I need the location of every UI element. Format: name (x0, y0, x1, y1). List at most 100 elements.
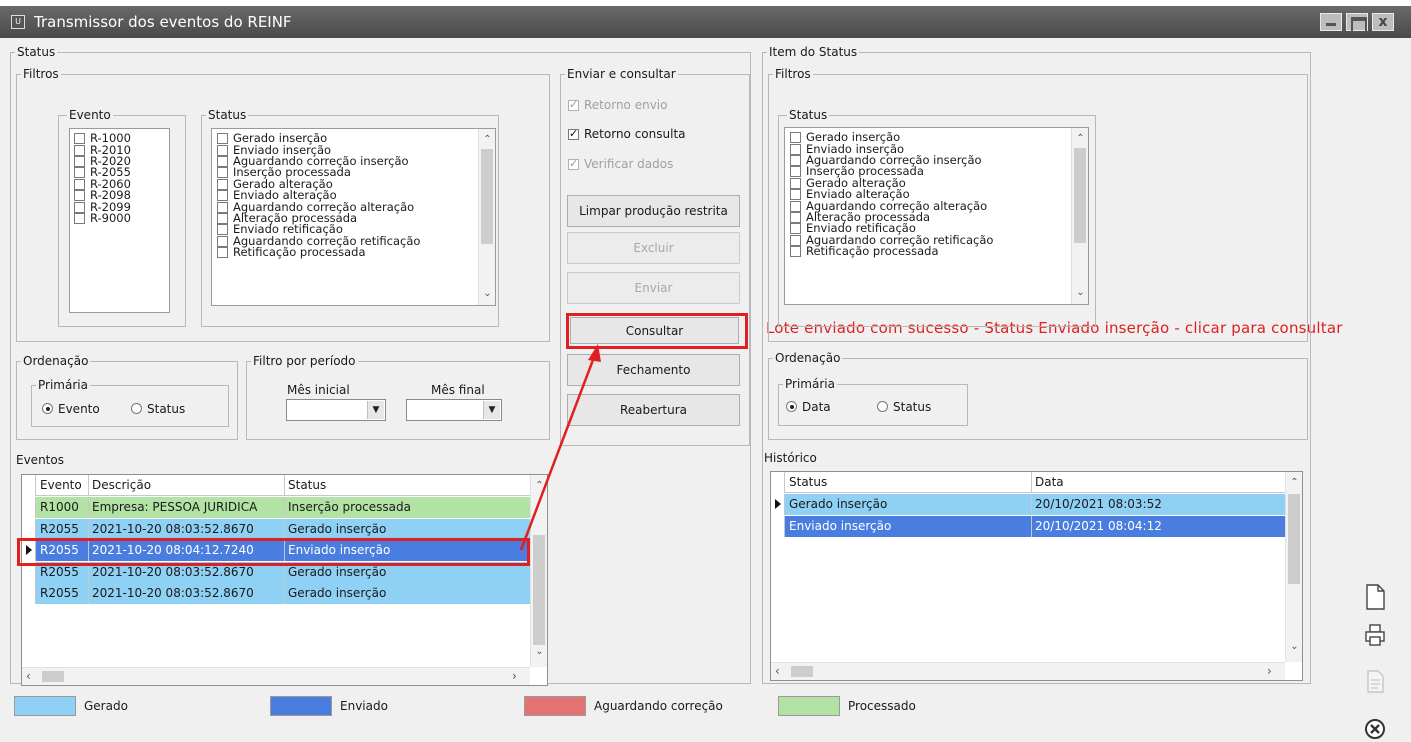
checkbox-box[interactable] (217, 224, 228, 236)
excluir-button[interactable]: Excluir (567, 232, 740, 264)
scroll-thumb[interactable] (1288, 494, 1300, 584)
checkbox-box[interactable] (74, 144, 85, 156)
retorno-envio-checkbox[interactable]: Retorno envio (568, 98, 667, 112)
checkbox-box[interactable] (74, 212, 85, 224)
checkbox-box[interactable] (790, 166, 801, 178)
cell-data: 20/10/2021 08:03:52 (1032, 494, 1287, 515)
mes-inicial-select[interactable]: ▼ (286, 399, 386, 421)
checkbox-box[interactable] (790, 234, 801, 246)
scroll-down-icon[interactable]: ⌄ (1286, 640, 1302, 654)
app-system-icon[interactable]: U (11, 15, 25, 29)
scroll-thumb[interactable] (791, 666, 813, 677)
scroll-right-icon[interactable]: › (1267, 664, 1272, 678)
checkbox-box[interactable] (568, 157, 579, 170)
scroll-up-icon[interactable]: ⌃ (479, 133, 495, 147)
close-button[interactable]: x (1372, 13, 1394, 31)
scroll-up-icon[interactable]: ⌃ (1286, 476, 1302, 490)
right-status-listbox[interactable]: Gerado inserção Enviado inserção Aguardand… (784, 127, 1089, 305)
status-filter-scrollbar[interactable]: ⌃ ⌄ (478, 129, 495, 305)
checkbox-box[interactable] (790, 200, 801, 212)
checkbox-box[interactable] (74, 190, 85, 202)
window-title: Transmissor dos eventos do REINF (34, 13, 292, 31)
scroll-right-icon[interactable]: › (512, 669, 517, 683)
checkbox-box[interactable] (74, 178, 85, 190)
right-status-item[interactable]: Retificação processada (790, 245, 993, 258)
dropdown-arrow-icon[interactable]: ▼ (483, 401, 500, 419)
checkbox-box[interactable] (74, 167, 85, 179)
limpar-producao-button[interactable]: Limpar produção restrita (567, 195, 740, 227)
eventos-header-evento[interactable]: Evento (37, 475, 89, 496)
scroll-thumb[interactable] (42, 671, 64, 682)
checkbox-box[interactable] (217, 167, 228, 179)
scroll-down-icon[interactable]: ⌄ (531, 645, 547, 659)
checkbox-box[interactable] (74, 155, 85, 167)
checkbox-box[interactable] (790, 132, 801, 144)
status-filter-listbox[interactable]: Gerado inserção Enviado inserção Aguardand… (211, 128, 496, 306)
radio-status-dot[interactable] (131, 403, 142, 414)
eventos-hscroll[interactable]: ‹ › (22, 667, 530, 685)
scroll-left-icon[interactable]: ‹ (775, 664, 780, 678)
maximize-button[interactable] (1346, 13, 1368, 33)
radio-evento-dot[interactable] (42, 403, 53, 414)
table-row[interactable]: R1000 Empresa: PESSOA JURIDICA Inserção pr… (22, 497, 533, 518)
table-row[interactable]: R2055 2021-10-20 08:03:52.8670 Gerado inse… (22, 518, 533, 540)
table-row[interactable]: Gerado inserção 20/10/2021 08:03:52 (771, 494, 1287, 515)
checkbox-box[interactable] (217, 247, 228, 259)
historico-header-status[interactable]: Status (786, 472, 1032, 493)
checkbox-box[interactable] (217, 133, 228, 145)
historico-header-data[interactable]: Data (1032, 472, 1287, 493)
radio-evento[interactable]: Evento (42, 402, 100, 416)
radio-right-status[interactable]: Status (877, 400, 931, 414)
checkbox-box[interactable] (217, 212, 228, 224)
scroll-up-icon[interactable]: ⌃ (1072, 132, 1088, 146)
evento-listbox[interactable]: R-1000 R-2010 R-2020 R-2055 R-2060 R-2098 R-20… (69, 128, 170, 313)
verificar-dados-checkbox[interactable]: Verificar dados (568, 157, 673, 171)
checkbox-box[interactable] (790, 246, 801, 258)
radio-right-status-dot[interactable] (877, 401, 888, 412)
evento-item[interactable]: R-9000 (74, 212, 131, 224)
right-status-scrollbar[interactable]: ⌃ ⌄ (1071, 128, 1088, 304)
eventos-header-descricao[interactable]: Descrição (89, 475, 285, 496)
new-document-icon[interactable] (1364, 584, 1386, 610)
enviar-button[interactable]: Enviar (567, 272, 740, 304)
checkbox-box[interactable] (790, 154, 801, 166)
checkbox-box[interactable] (568, 127, 579, 140)
scroll-left-icon[interactable]: ‹ (26, 669, 31, 683)
radio-status[interactable]: Status (131, 402, 185, 416)
retorno-consulta-checkbox[interactable]: Retorno consulta (568, 127, 686, 141)
historico-hscroll[interactable]: ‹ › (771, 662, 1285, 680)
checkbox-box[interactable] (790, 189, 801, 201)
checkbox-box[interactable] (790, 211, 801, 223)
checkbox-box[interactable] (568, 98, 579, 111)
checkbox-box[interactable] (790, 143, 801, 155)
close-circle-icon[interactable] (1364, 716, 1386, 742)
checkbox-box[interactable] (74, 133, 85, 145)
cell-evento: R2055 (37, 518, 89, 540)
historico-vscroll[interactable]: ⌃ ⌄ (1285, 472, 1302, 662)
radio-data[interactable]: Data (786, 400, 831, 414)
checkbox-box[interactable] (217, 144, 228, 156)
checkbox-box[interactable] (217, 178, 228, 190)
status-filter-item[interactable]: Retificação processada (217, 246, 420, 259)
checkbox-box[interactable] (217, 235, 228, 247)
checkbox-box[interactable] (217, 190, 228, 202)
eventos-header-status[interactable]: Status (285, 475, 533, 496)
eventos-grid[interactable]: Evento Descrição Status R1000 Empresa: PESS… (21, 474, 548, 686)
radio-data-dot[interactable] (786, 401, 797, 412)
checkbox-box[interactable] (790, 177, 801, 189)
scroll-thumb[interactable] (1074, 148, 1086, 243)
dropdown-arrow-icon[interactable]: ▼ (367, 401, 384, 419)
scroll-down-icon[interactable]: ⌄ (1072, 286, 1088, 300)
table-row[interactable]: Enviado inserção 20/10/2021 08:04:12 (771, 515, 1287, 537)
checkbox-box[interactable] (790, 223, 801, 235)
table-row[interactable]: R2055 2021-10-20 08:03:52.8670 Gerado inse… (22, 583, 533, 604)
minimize-button[interactable] (1320, 13, 1342, 31)
historico-grid[interactable]: Status Data Gerado inserção 20/10/2021 08:… (770, 471, 1303, 681)
checkbox-box[interactable] (74, 201, 85, 213)
printer-icon[interactable] (1364, 622, 1386, 648)
scroll-thumb[interactable] (481, 149, 493, 244)
checkbox-box[interactable] (217, 201, 228, 213)
scroll-down-icon[interactable]: ⌄ (479, 287, 495, 301)
checkbox-box[interactable] (217, 155, 228, 167)
mes-final-select[interactable]: ▼ (406, 399, 502, 421)
